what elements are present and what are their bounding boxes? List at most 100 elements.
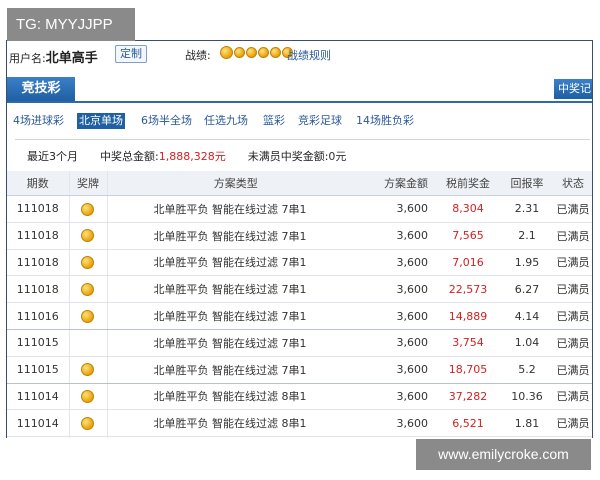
cell-prize: 3,823 [436, 436, 500, 438]
record-rules-link[interactable]: 战绩规则 [287, 47, 331, 63]
summary-unfilled-label: 未满员中奖金额: [247, 150, 329, 163]
tab-winning-records[interactable]: 中奖记 [554, 79, 592, 99]
summary-total-value: 1,888,328元 [158, 150, 226, 163]
cell-prize: 37,282 [436, 383, 500, 411]
user-info-bar: 用户名:北单高手 定制 战绩: 战绩规则 [7, 41, 592, 69]
cell-plan-type: 北单胜平负 智能在线过滤 7串1 [106, 302, 364, 330]
cell-status: 已满员 [554, 436, 592, 438]
cell-amount: 3,600 [364, 249, 436, 277]
cell-medal [68, 409, 107, 438]
col-header-medal: 奖牌 [68, 171, 107, 196]
table-row[interactable]: 111014 北单胜平负 智能在线过滤 8串1 3,600 6,521 1.81 已满员 [7, 409, 592, 438]
cell-return: 1.95 [500, 249, 554, 277]
cell-medal [68, 302, 107, 330]
cell-period: 111018 [7, 275, 69, 304]
watermark-bottom: www.emilycroke.com [416, 439, 591, 470]
cell-medal [68, 222, 107, 250]
cell-medal [68, 249, 107, 277]
cell-return: 10.36 [500, 383, 554, 411]
subtab-6-half-full[interactable]: 6场半全场 [141, 113, 192, 129]
cell-prize: 22,573 [436, 275, 500, 304]
username-value: 北单高手 [45, 51, 98, 66]
cell-period: 111018 [7, 222, 69, 250]
table-row[interactable]: 111014 北单胜平负 智能在线过滤 8串1 3,600 37,282 10.36 已满… [7, 383, 592, 411]
cell-period: 111014 [7, 436, 69, 438]
medal-icon [246, 46, 257, 58]
main-tab-bar: 竞技彩 中奖记 [7, 77, 592, 103]
cell-status: 已满员 [554, 222, 592, 250]
subtab-beijing-single[interactable]: 北京单场 [77, 113, 125, 129]
cell-plan-type: 北单胜平负 智能在线过滤 7串1 [106, 249, 364, 277]
medal-icon [81, 256, 94, 270]
cell-amount: 3,600 [364, 275, 436, 304]
summary-bar: 最近3个月 中奖总金额:1,888,328元 未满员中奖金额:0元 [27, 148, 368, 164]
cell-amount: 3,600 [364, 409, 436, 438]
cell-status: 已满员 [554, 409, 592, 438]
table-row[interactable]: 111016 北单胜平负 智能在线过滤 7串1 3,600 14,889 4.14 已满员 [7, 302, 592, 330]
cell-prize: 3,754 [436, 329, 500, 357]
table-row[interactable]: 111015 北单胜平负 智能在线过滤 7串1 3,600 3,754 1.04 已满员 [7, 329, 592, 357]
cell-return: 6.27 [500, 275, 554, 304]
subtab-14-win-lose[interactable]: 14场胜负彩 [356, 113, 414, 129]
cell-amount: 3,600 [364, 436, 436, 438]
cell-medal [68, 356, 107, 384]
medal-icon [258, 46, 269, 58]
cell-return: 2.31 [500, 195, 554, 223]
cell-prize: 14,889 [436, 302, 500, 330]
col-header-prize: 税前奖金 [436, 171, 500, 196]
tab-sports-lottery[interactable]: 竞技彩 [7, 77, 75, 101]
col-header-status: 状态 [554, 171, 592, 196]
cell-period: 111018 [7, 195, 69, 223]
table-row[interactable]: 111018 北单胜平负 智能在线过滤 7串1 3,600 7,565 2.1 已满员 [7, 222, 592, 250]
cell-medal [68, 383, 107, 411]
cell-period: 111015 [7, 329, 69, 357]
summary-period: 最近3个月 [27, 150, 78, 163]
medal-icon [270, 46, 281, 58]
winning-records-table: 期数 奖牌 方案类型 方案金额 税前奖金 回报率 状态 111018 北单胜平负 … [7, 171, 592, 438]
medal-icon [81, 363, 94, 377]
cell-status: 已满员 [554, 356, 592, 384]
table-row[interactable]: 111018 北单胜平负 智能在线过滤 7串1 3,600 8,304 2.31 已满员 [7, 195, 592, 223]
cell-medal [68, 195, 107, 223]
cell-amount: 3,600 [364, 329, 436, 357]
customize-button[interactable]: 定制 [115, 45, 147, 63]
cell-return: 1.06 [500, 436, 554, 438]
table-row[interactable]: 111018 北单胜平负 智能在线过滤 7串1 3,600 7,016 1.95 已满员 [7, 249, 592, 277]
cell-amount: 3,600 [364, 195, 436, 223]
col-header-period: 期数 [7, 171, 69, 196]
table-row[interactable]: 111018 北单胜平负 智能在线过滤 7串1 3,600 22,573 6.27 已满员 [7, 275, 592, 304]
cell-medal [68, 329, 107, 357]
cell-amount: 3,600 [364, 383, 436, 411]
cell-plan-type: 北单胜平负 智能在线过滤 7串1 [106, 329, 364, 357]
summary-unfilled-value: 0元 [328, 150, 347, 163]
medal-icon [81, 390, 94, 404]
record-panel: 用户名:北单高手 定制 战绩: 战绩规则 竞技彩 中奖记 4场进球彩 北京单场 … [6, 40, 593, 438]
subtab-pick-9[interactable]: 任选九场 [204, 113, 248, 129]
cell-period: 111014 [7, 383, 69, 411]
subtab-4-goals[interactable]: 4场进球彩 [13, 113, 64, 129]
col-header-amount: 方案金额 [364, 171, 436, 196]
cell-plan-type: 北单胜平负 智能在线过滤 7串1 [106, 222, 364, 250]
summary-unfilled: 未满员中奖金额:0元 [248, 150, 347, 163]
cell-prize: 7,565 [436, 222, 500, 250]
cell-amount: 3,600 [364, 302, 436, 330]
medal-icon [81, 229, 94, 243]
divider [15, 139, 590, 140]
cell-medal [68, 275, 107, 304]
medal-icon [81, 309, 94, 323]
subtab-jingcai-football[interactable]: 竞彩足球 [298, 113, 342, 129]
cell-plan-type: 北单胜平负 智能在线过滤 7串1 [106, 356, 364, 384]
subtab-basketball[interactable]: 篮彩 [263, 113, 285, 129]
cell-amount: 3,600 [364, 356, 436, 384]
username-label: 用户名: [9, 52, 46, 65]
watermark-top: TG: MYYJJPP [7, 8, 135, 41]
cell-prize: 7,016 [436, 249, 500, 277]
cell-amount: 3,600 [364, 222, 436, 250]
cell-status: 已满员 [554, 275, 592, 304]
cell-plan-type: 北单胜平负 智能在线过滤 8串1 [106, 409, 364, 438]
cell-status: 已满员 [554, 195, 592, 223]
medal-icon [81, 417, 94, 431]
table-row[interactable]: 111015 北单胜平负 智能在线过滤 7串1 3,600 18,705 5.2 已满员 [7, 356, 592, 384]
table-row[interactable]: 111014 北单胜平负 智能在线过滤 8串13,6003,8231.06已满员 [7, 436, 592, 438]
cell-status: 已满员 [554, 302, 592, 330]
